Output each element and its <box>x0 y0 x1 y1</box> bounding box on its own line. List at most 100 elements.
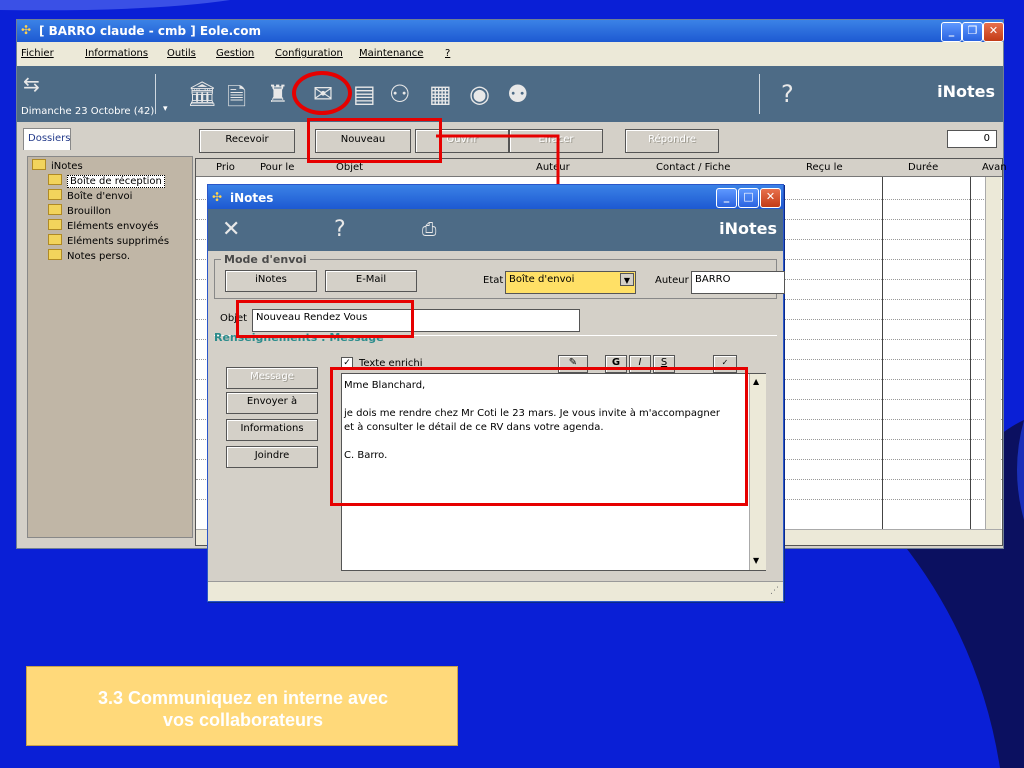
tree-item-drafts[interactable]: Brouillon <box>48 204 111 217</box>
message-button[interactable]: Message <box>226 367 318 389</box>
contacts-icon[interactable]: ▤ <box>353 80 376 108</box>
tree-item-label: Eléments envoyés <box>67 221 159 232</box>
main-toolbar: ⇆ Dimanche 23 Octobre (42) ▾ 🏛 🗎 ♜ ✉ ▤ ⚇… <box>17 66 1003 122</box>
menu-gestion[interactable]: Gestion <box>216 48 254 59</box>
recevoir-button[interactable]: Recevoir <box>199 129 295 153</box>
document-icon[interactable]: 🗎 <box>227 80 246 121</box>
app-icon: ✣ <box>21 23 32 37</box>
column-header[interactable]: Objet <box>336 162 363 173</box>
toolbar-divider <box>155 74 156 114</box>
highlight-message <box>330 367 748 506</box>
menu-informations[interactable]: Informations <box>85 48 148 59</box>
tree-root-label: iNotes <box>51 161 83 172</box>
tree-item-deleted[interactable]: Eléments supprimés <box>48 234 169 247</box>
menu-fichier[interactable]: Fichier <box>21 48 54 59</box>
dialog-titlebar[interactable]: ✣ iNotes _ □ ✕ <box>208 185 783 209</box>
menu-configuration[interactable]: Configuration <box>275 48 343 59</box>
users-icon[interactable]: ⚉ <box>507 80 529 108</box>
people-icon[interactable]: ⚇ <box>389 80 411 108</box>
column-header[interactable]: Contact / Fiche <box>656 162 730 173</box>
brand-label: iNotes <box>937 82 995 101</box>
connect-icon[interactable]: ⇆ <box>23 72 40 96</box>
folder-icon <box>48 249 62 260</box>
etat-label: Etat <box>483 275 504 286</box>
globe-icon[interactable]: ◉ <box>469 80 490 108</box>
scroll-up-icon[interactable]: ▲ <box>753 377 759 386</box>
menu-outils[interactable]: Outils <box>167 48 196 59</box>
main-titlebar[interactable]: ✣ [ BARRO claude - cmb ] Eole.com _ ❐ ✕ <box>17 20 1004 42</box>
message-scrollbar[interactable]: ▲ ▼ <box>749 374 766 570</box>
tree-item-sent[interactable]: Eléments envoyés <box>48 219 159 232</box>
column-header[interactable]: Durée <box>908 162 938 173</box>
folder-icon <box>48 219 62 230</box>
maximize-icon[interactable]: □ <box>738 188 759 208</box>
folder-open-icon <box>32 159 46 170</box>
tree-item-inbox[interactable]: Boîte de réception <box>48 174 165 188</box>
bank-icon[interactable]: 🏛 <box>187 80 217 108</box>
folder-icon <box>48 234 62 245</box>
grid-column-divider <box>970 177 971 529</box>
tree-root[interactable]: iNotes <box>32 159 83 172</box>
dialog-title: iNotes <box>230 191 274 205</box>
menubar: Fichier Informations Outils Gestion Conf… <box>17 42 1003 66</box>
email-mode-button[interactable]: E-Mail <box>325 270 417 292</box>
grid-column-divider <box>882 177 883 529</box>
window-title: [ BARRO claude - cmb ] Eole.com <box>39 24 262 38</box>
auteur-field[interactable]: BARRO <box>691 271 785 294</box>
tree-item-outbox[interactable]: Boîte d'envoi <box>48 189 132 202</box>
close-icon[interactable]: ✕ <box>760 188 781 208</box>
calculator-icon[interactable]: ▦ <box>429 80 452 108</box>
app-icon: ✣ <box>212 190 223 204</box>
folder-icon <box>48 189 62 200</box>
moneybag-icon[interactable]: ♜ <box>267 80 289 108</box>
auteur-label: Auteur <box>655 275 689 286</box>
scroll-down-icon[interactable]: ▼ <box>753 556 759 565</box>
informations-button[interactable]: Informations <box>226 419 318 441</box>
column-header[interactable]: Avan <box>982 162 1007 173</box>
highlight-objet <box>236 300 414 338</box>
highlight-inotes-icon <box>292 71 352 115</box>
caption-line-1: 3.3 Communiquez en interne avec <box>97 688 389 708</box>
mode-envoi-legend: Mode d'envoi <box>221 253 310 266</box>
repondre-button[interactable]: Répondre <box>625 129 719 153</box>
menu-maintenance[interactable]: Maintenance <box>359 48 423 59</box>
message-count: 0 <box>947 130 997 148</box>
minimize-icon[interactable]: _ <box>941 22 962 42</box>
resize-grip-icon[interactable]: ⋰ <box>770 586 779 596</box>
toolbar-divider-2 <box>759 74 760 114</box>
left-panel: Dossiers iNotes Boîte de réception Boîte… <box>19 124 201 544</box>
column-header[interactable]: Pour le <box>260 162 294 173</box>
chevron-down-icon[interactable]: ▾ <box>163 104 168 114</box>
chevron-down-icon[interactable]: ▼ <box>620 273 634 286</box>
tree-item-label: Boîte d'envoi <box>67 191 133 202</box>
tree-item-label: Brouillon <box>67 206 111 217</box>
dialog-brand-label: iNotes <box>719 219 777 238</box>
inotes-mode-button[interactable]: iNotes <box>225 270 317 292</box>
menu-help[interactable]: ? <box>445 48 450 59</box>
dialog-toolbar: ✕ ? ⎙ iNotes <box>208 209 783 251</box>
dialog-statusbar: ⋰ <box>208 581 783 601</box>
envoyer-a-button[interactable]: Envoyer à <box>226 392 318 414</box>
mode-envoi-group: Mode d'envoi iNotes E-Mail Etat Boîte d'… <box>214 253 785 299</box>
column-header[interactable]: Prio <box>216 162 235 173</box>
etat-select[interactable]: Boîte d'envoi ▼ <box>505 271 636 294</box>
joindre-button[interactable]: Joindre <box>226 446 318 468</box>
date-label: Dimanche 23 Octobre (42) <box>21 106 155 117</box>
help-icon[interactable]: ? <box>781 80 794 108</box>
caption-box: 3.3 Communiquez en interne avec vos coll… <box>26 666 458 746</box>
minimize-icon[interactable]: _ <box>716 188 737 208</box>
close-icon[interactable]: ✕ <box>983 22 1004 42</box>
tools-icon[interactable]: ✕ <box>222 217 240 242</box>
etat-value: Boîte d'envoi <box>509 274 575 285</box>
tree-item-label: Notes perso. <box>67 251 131 262</box>
folder-tree: iNotes Boîte de réception Boîte d'envoi … <box>27 156 193 538</box>
caption-line-2: vos collaborateurs <box>162 710 324 730</box>
help-icon[interactable]: ? <box>334 217 346 242</box>
tree-item-notes[interactable]: Notes perso. <box>48 249 130 262</box>
caption-text: 3.3 Communiquez en interne avec vos coll… <box>27 687 459 731</box>
column-header[interactable]: Reçu le <box>806 162 843 173</box>
print-icon[interactable]: ⎙ <box>422 219 436 240</box>
restore-icon[interactable]: ❐ <box>962 22 983 42</box>
grid-scrollbar[interactable] <box>985 177 1001 529</box>
tab-dossiers[interactable]: Dossiers <box>23 128 71 150</box>
